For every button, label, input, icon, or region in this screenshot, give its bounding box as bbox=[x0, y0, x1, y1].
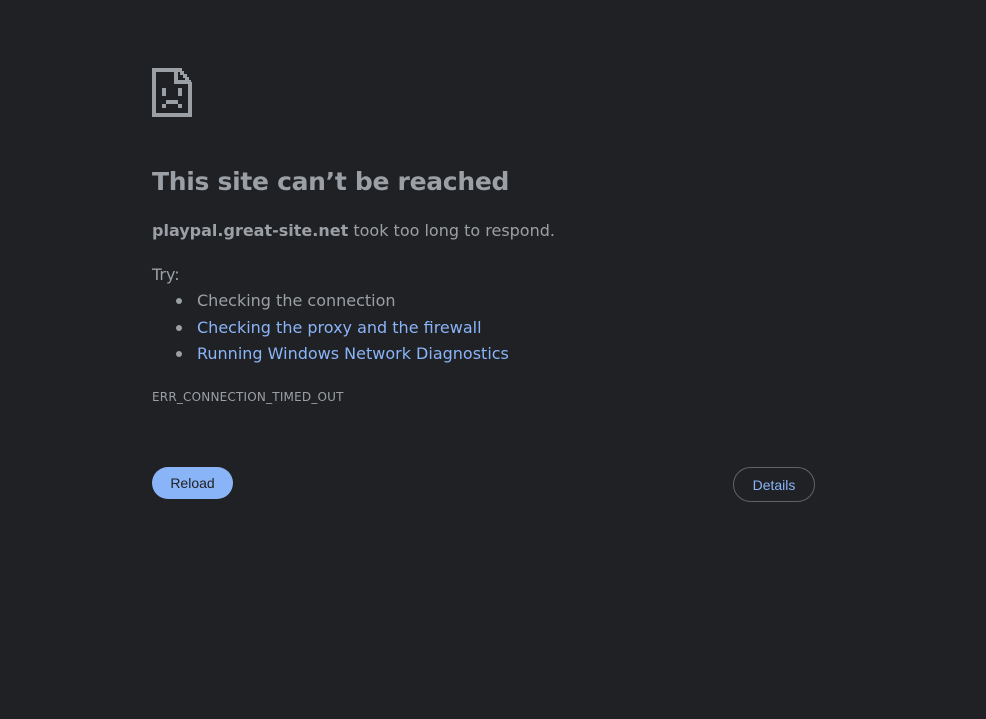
proxy-firewall-link[interactable]: Checking the proxy and the firewall bbox=[197, 318, 482, 337]
error-message: took too long to respond. bbox=[348, 221, 555, 240]
network-diagnostics-link[interactable]: Running Windows Network Diagnostics bbox=[197, 344, 509, 363]
host-name: playpal.great-site.net bbox=[152, 221, 349, 240]
bullet-icon bbox=[176, 298, 182, 304]
sad-document-icon bbox=[152, 68, 192, 117]
bullet-icon bbox=[176, 351, 182, 357]
suggestion-check-proxy-firewall[interactable]: Checking the proxy and the firewall bbox=[152, 317, 509, 344]
error-code: ERR_CONNECTION_TIMED_OUT bbox=[152, 390, 344, 404]
suggestion-network-diagnostics[interactable]: Running Windows Network Diagnostics bbox=[152, 343, 509, 370]
try-label: Try: bbox=[152, 265, 180, 284]
suggestion-label: Checking the connection bbox=[197, 291, 396, 310]
page-title: This site can’t be reached bbox=[152, 167, 510, 196]
details-button[interactable]: Details bbox=[733, 467, 815, 502]
bullet-icon bbox=[176, 324, 182, 331]
reload-button[interactable]: Reload bbox=[152, 467, 233, 499]
suggestions-list: Checking the connection Checking the pro… bbox=[152, 290, 509, 370]
error-description: playpal.great-site.net took too long to … bbox=[152, 221, 555, 240]
suggestion-check-connection: Checking the connection bbox=[152, 290, 509, 317]
error-page: This site can’t be reached playpal.great… bbox=[0, 0, 986, 719]
